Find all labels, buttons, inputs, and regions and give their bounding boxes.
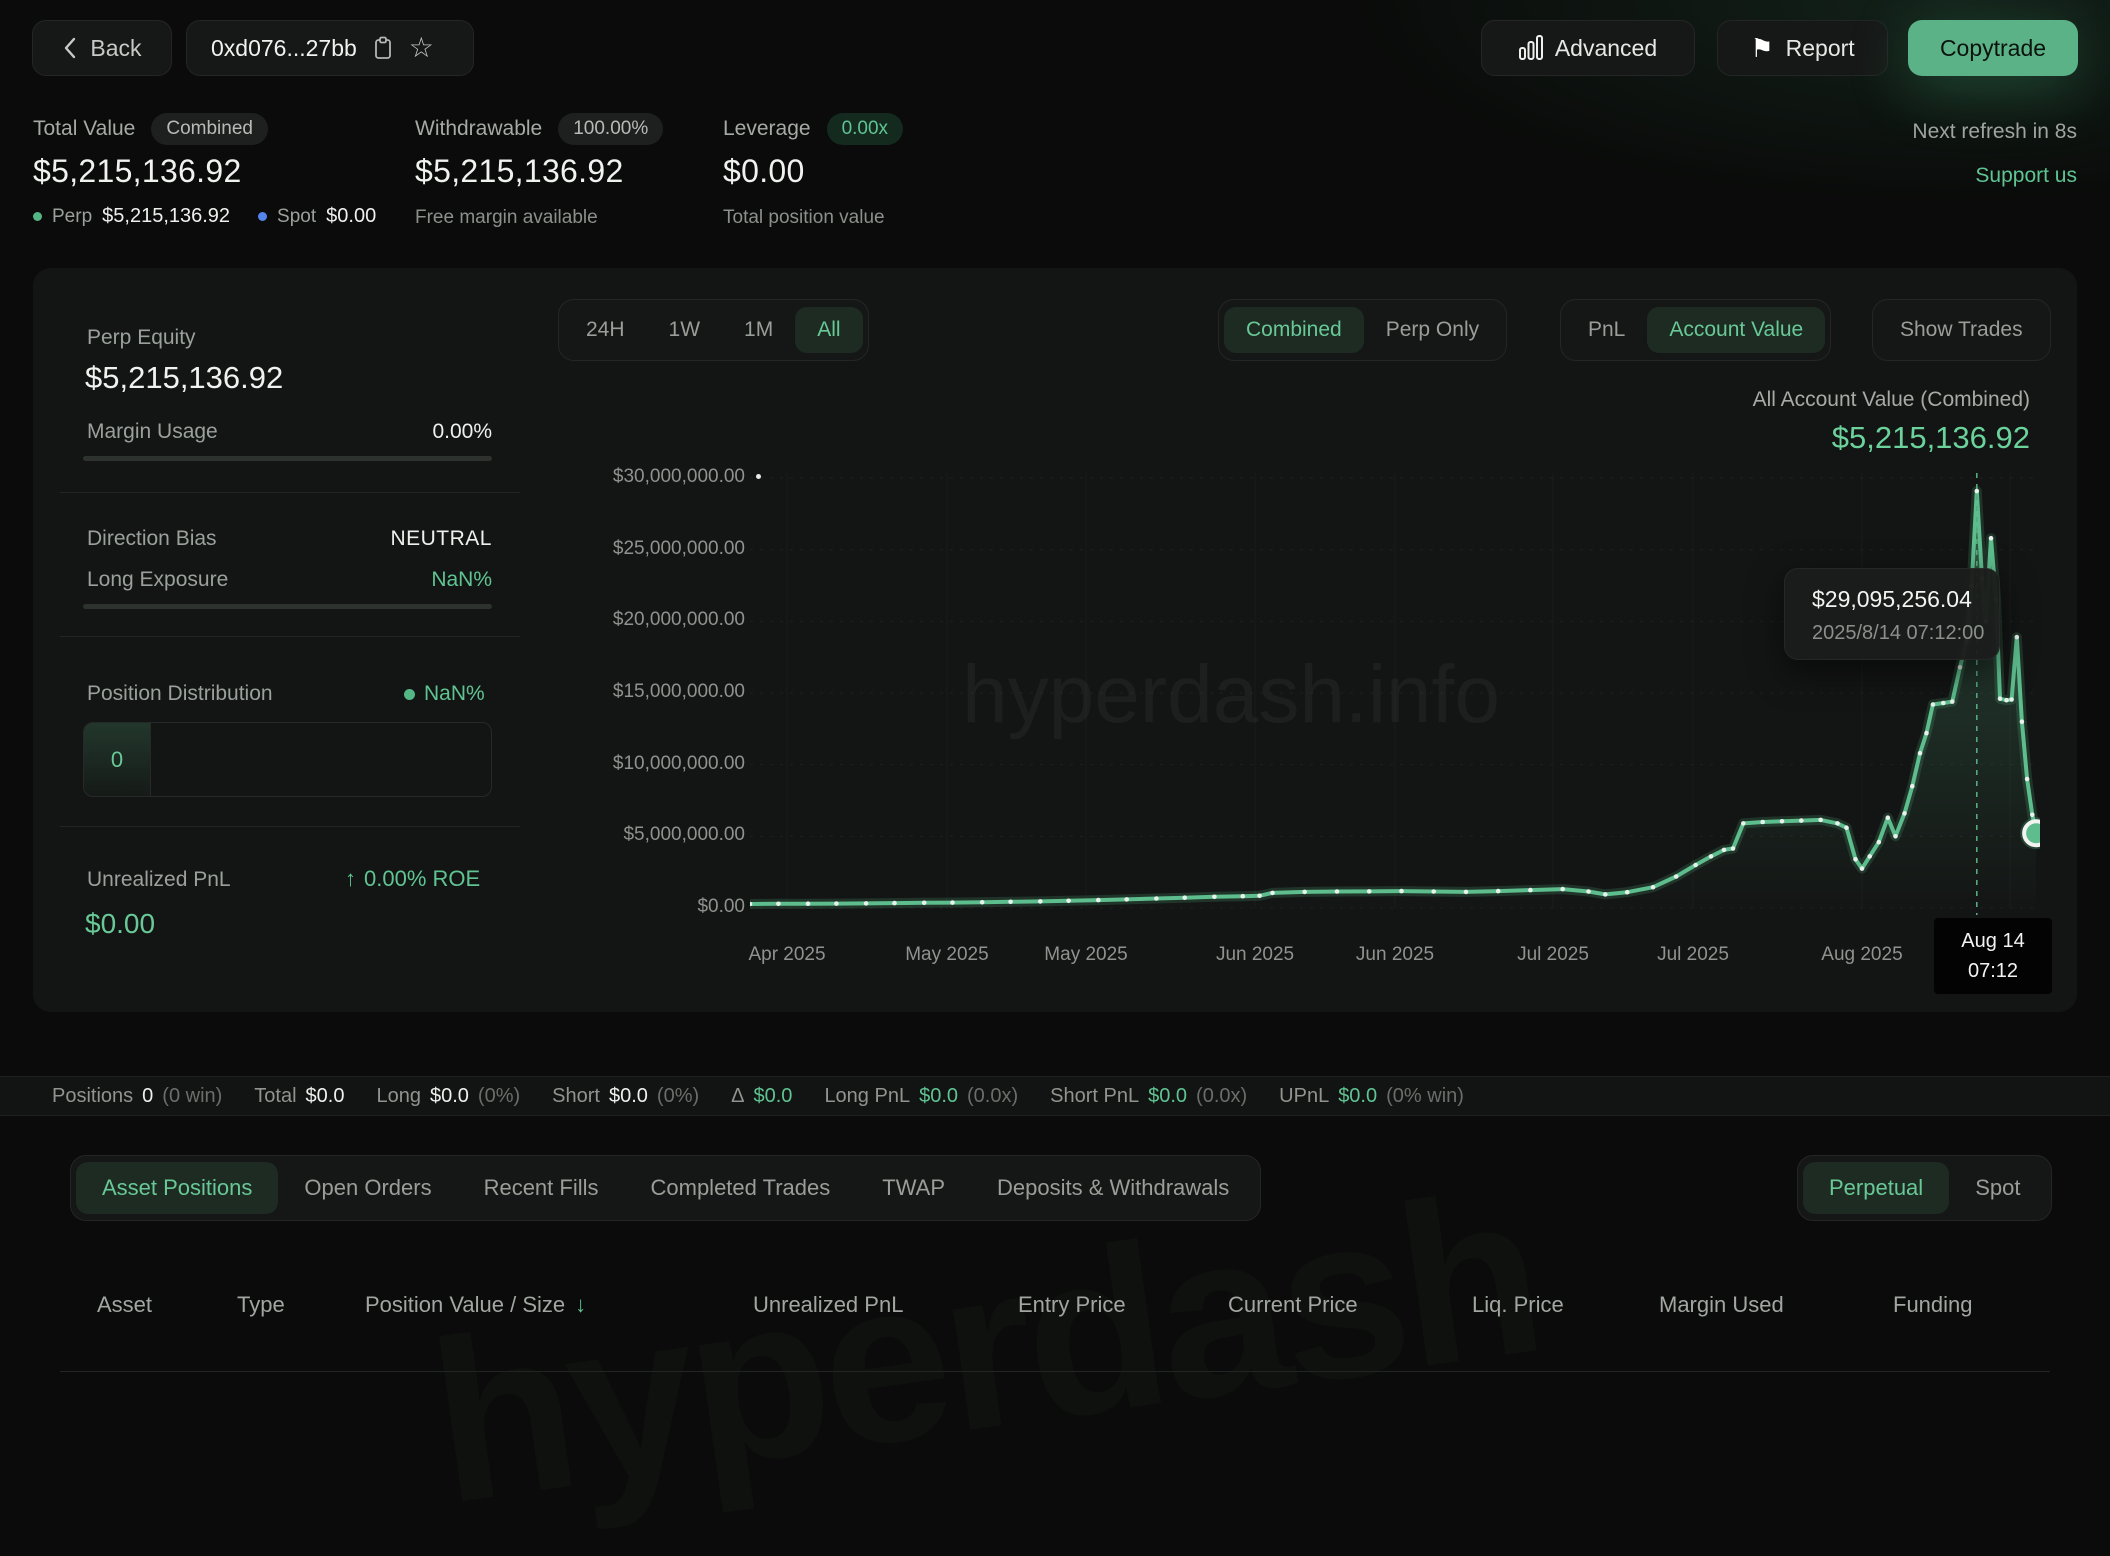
sort-desc-icon: ↓ — [575, 1292, 586, 1318]
x-tick-5: Jul 2025 — [1483, 944, 1623, 966]
col-margin-used[interactable]: Margin Used — [1659, 1292, 1784, 1318]
col-unrealized-pnl[interactable]: Unrealized PnL — [753, 1292, 903, 1318]
x-tick-0: Apr 2025 — [717, 944, 857, 966]
col-position-value-size[interactable]: Position Value / Size ↓ — [365, 1292, 586, 1318]
market-perpetual[interactable]: Perpetual — [1803, 1162, 1949, 1214]
col-entry-price[interactable]: Entry Price — [1018, 1292, 1126, 1318]
tab-asset-positions[interactable]: Asset Positions — [76, 1162, 278, 1214]
col-funding[interactable]: Funding — [1893, 1292, 1973, 1318]
summary-item-7: UPnL$0.0(0% win) — [1279, 1085, 1464, 1108]
x-tick-7: Aug 2025 — [1792, 944, 1932, 966]
x-tick-4: Jun 2025 — [1325, 944, 1465, 966]
x-tick-2: May 2025 — [1016, 944, 1156, 966]
x-tick-1: May 2025 — [877, 944, 1017, 966]
summary-item-1: Total$0.0 — [254, 1085, 344, 1108]
tooltip-value: $29,095,256.04 — [1812, 586, 1999, 613]
summary-item-0: Positions0(0 win) — [52, 1085, 222, 1108]
summary-item-3: Short$0.0(0%) — [552, 1085, 699, 1108]
tab-open-orders[interactable]: Open Orders — [278, 1162, 457, 1214]
col-current-price[interactable]: Current Price — [1228, 1292, 1358, 1318]
col-liq-price[interactable]: Liq. Price — [1472, 1292, 1564, 1318]
tab-completed-trades[interactable]: Completed Trades — [625, 1162, 857, 1214]
summary-item-6: Short PnL$0.0(0.0x) — [1050, 1085, 1247, 1108]
crosshair-date: Aug 14 — [1934, 926, 2052, 956]
tab-twap[interactable]: TWAP — [856, 1162, 971, 1214]
col-asset[interactable]: Asset — [97, 1292, 152, 1318]
market-spot[interactable]: Spot — [1949, 1162, 2046, 1214]
x-tick-6: Jul 2025 — [1623, 944, 1763, 966]
summary-item-2: Long$0.0(0%) — [376, 1085, 520, 1108]
crosshair-date-box: Aug 14 07:12 — [1934, 918, 2052, 994]
x-tick-3: Jun 2025 — [1185, 944, 1325, 966]
chart-tooltip: $29,095,256.04 2025/8/14 07:12:00 — [1784, 568, 2000, 660]
crosshair-time: 07:12 — [1934, 956, 2052, 986]
summary-item-4: Δ$0.0 — [731, 1085, 792, 1108]
col-type[interactable]: Type — [237, 1292, 285, 1318]
account-value-chart[interactable] — [750, 465, 2040, 915]
positions-summary-strip: Positions0(0 win) Total$0.0 Long$0.0(0%) Sh… — [0, 1076, 2110, 1116]
tooltip-time: 2025/8/14 07:12:00 — [1812, 622, 1999, 645]
summary-item-5: Long PnL$0.0(0.0x) — [824, 1085, 1018, 1108]
tab-recent-fills[interactable]: Recent Fills — [458, 1162, 625, 1214]
table-header-divider — [60, 1371, 2050, 1372]
market-toggle: Perpetual Spot — [1797, 1155, 2052, 1221]
